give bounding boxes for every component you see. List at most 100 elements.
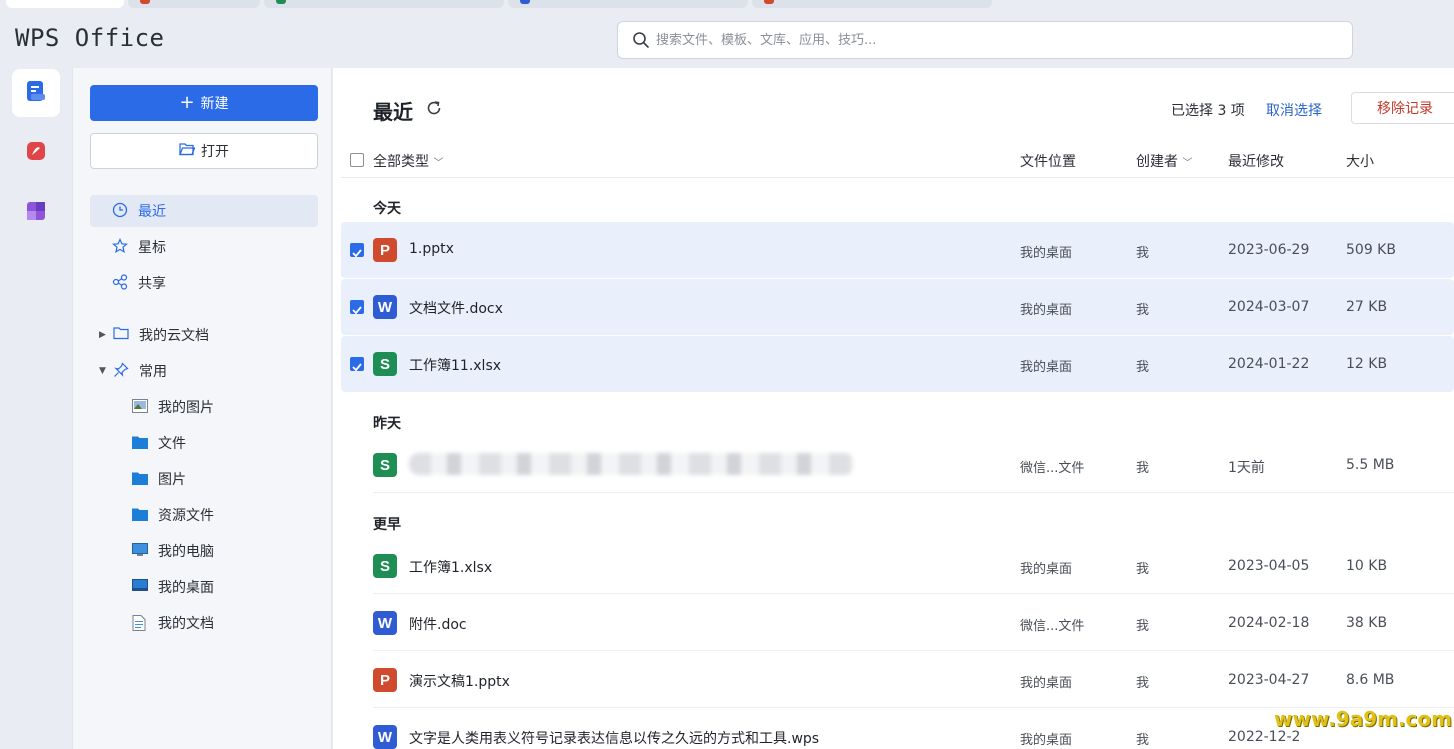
caret-down-icon[interactable]: ▼: [99, 366, 109, 376]
file-creator: 我: [1136, 619, 1150, 634]
common-my-pictures-label: 我的图片: [158, 400, 214, 416]
file-size: 27 KB: [1346, 299, 1388, 315]
file-row[interactable]: S 工作簿1.xlsx 我的桌面 我 2023-04-05 10 KB: [341, 538, 1454, 594]
open-button-label: 打开: [201, 144, 229, 160]
tab-home[interactable]: [6, 0, 124, 8]
page-title: 最近: [373, 100, 413, 124]
excel-file-icon: S: [373, 352, 397, 376]
tab-strip: [0, 0, 1454, 8]
file-name[interactable]: 工作簿1.xlsx: [409, 557, 492, 577]
common-images[interactable]: 图片: [90, 463, 318, 495]
nav-star[interactable]: 星标: [90, 231, 318, 263]
file-name[interactable]: 文档文件.docx: [409, 298, 503, 318]
open-button[interactable]: 打开: [90, 133, 318, 169]
select-all-checkbox[interactable]: [350, 153, 364, 167]
search-box[interactable]: [617, 21, 1353, 59]
file-location: 我的桌面: [1020, 360, 1073, 375]
row-checkbox[interactable]: [350, 243, 364, 258]
new-button[interactable]: + 新建: [90, 85, 318, 121]
row-divider: [373, 593, 1454, 594]
common-resources[interactable]: 资源文件: [90, 499, 318, 531]
word-file-icon: W: [373, 611, 397, 635]
file-name[interactable]: 附件.doc: [409, 614, 467, 634]
rail-pdf-button[interactable]: [12, 129, 60, 177]
tree-cloud-docs[interactable]: ▶ 我的云文档: [90, 319, 318, 351]
file-row[interactable]: W 文档文件.docx 我的桌面 我 2024-03-07 27 KB: [341, 279, 1454, 335]
remove-record-button[interactable]: 移除记录: [1351, 92, 1454, 124]
nav-share[interactable]: 共享: [90, 267, 318, 299]
common-my-computer[interactable]: 我的电脑: [90, 535, 318, 567]
file-size: 10 KB: [1346, 558, 1388, 574]
common-my-desktop[interactable]: 我的桌面: [90, 571, 318, 603]
clock-icon: [112, 202, 130, 220]
file-name[interactable]: 工作簿11.xlsx: [409, 355, 501, 375]
file-creator: 我: [1136, 733, 1150, 748]
row-divider: [373, 492, 1454, 493]
nav-recent[interactable]: 最近: [90, 195, 318, 227]
row-checkbox[interactable]: [350, 357, 364, 372]
cancel-selection-link[interactable]: 取消选择: [1266, 100, 1322, 120]
common-resources-label: 资源文件: [158, 508, 214, 524]
file-location: 我的桌面: [1020, 246, 1073, 261]
tab-excel[interactable]: [264, 0, 504, 8]
column-type-label: 全部类型: [373, 154, 429, 170]
column-size[interactable]: 大小: [1346, 151, 1374, 171]
column-location: 文件位置: [1020, 154, 1076, 170]
file-creator: 我: [1136, 461, 1150, 476]
common-my-pictures[interactable]: 我的图片: [90, 391, 318, 423]
common-my-documents[interactable]: 我的文档: [90, 607, 318, 639]
caret-right-icon[interactable]: ▶: [99, 330, 109, 340]
refresh-icon[interactable]: [425, 99, 443, 117]
search-input[interactable]: [656, 22, 1336, 58]
file-location: 我的桌面: [1020, 733, 1073, 748]
column-creator[interactable]: 创建者 ﹀: [1136, 151, 1192, 171]
file-row[interactable]: W 附件.doc 微信...文件 我 2024-02-18 38 KB: [341, 595, 1454, 651]
file-row[interactable]: P 1.pptx 我的桌面 我 2023-06-29 509 KB: [341, 222, 1454, 278]
file-name[interactable]: 文字是人类用表义符号记录表达信息以传之久远的方式和工具.wps: [409, 728, 819, 748]
file-modified: 2023-04-05: [1228, 558, 1310, 574]
file-row[interactable]: P 演示文稿1.pptx 我的桌面 我 2023-04-27 8.6 MB: [341, 652, 1454, 708]
file-row[interactable]: S 微信...文件 我 1天前 5.5 MB: [341, 437, 1454, 493]
file-location: 微信...文件: [1020, 619, 1085, 634]
rail-apps-button[interactable]: [12, 189, 60, 237]
sidebar: + 新建 打开 最近 星标 共享 ▶ 我的云文档 ▼ 常用 我的图片 文件 图片…: [72, 68, 332, 749]
common-images-label: 图片: [158, 472, 186, 488]
file-creator: 我: [1136, 246, 1150, 261]
tab-word[interactable]: [508, 0, 748, 8]
star-icon: [112, 238, 130, 256]
plus-icon: +: [179, 92, 195, 113]
file-name[interactable]: 演示文稿1.pptx: [409, 671, 510, 691]
tab-pdf[interactable]: [752, 0, 992, 8]
ppt-file-icon: P: [373, 238, 397, 262]
excel-file-icon: S: [373, 453, 397, 477]
rail-documents-button[interactable]: [12, 69, 60, 117]
pdf-icon: [25, 140, 47, 166]
main-content: 最近 已选择 3 项 取消选择 移除记录 全部类型 ﹀ 文件位置 创建者 ﹀ 最…: [333, 68, 1454, 749]
chevron-down-icon: ﹀: [433, 158, 444, 169]
file-location: 我的桌面: [1020, 562, 1073, 577]
file-creator: 我: [1136, 303, 1150, 318]
row-checkbox[interactable]: [350, 300, 364, 315]
file-modified: 2023-04-27: [1228, 672, 1310, 688]
file-row[interactable]: S 工作簿11.xlsx 我的桌面 我 2024-01-22 12 KB: [341, 336, 1454, 392]
search-icon: [632, 31, 650, 49]
file-size: 8.6 MB: [1346, 672, 1395, 688]
filter-type-dropdown[interactable]: 全部类型 ﹀: [373, 151, 443, 171]
folder-icon: [132, 507, 150, 523]
file-modified: 2024-01-22: [1228, 356, 1310, 372]
folder-icon: [132, 471, 150, 487]
file-location: 我的桌面: [1020, 303, 1073, 318]
site-watermark: www.9a9m.com: [1274, 707, 1452, 731]
common-files[interactable]: 文件: [90, 427, 318, 459]
redacted-file-name: [409, 453, 854, 475]
group-yesterday: 昨天: [373, 416, 401, 432]
file-modified: 2022-12-2: [1228, 729, 1301, 745]
file-name[interactable]: 1.pptx: [409, 241, 454, 257]
tree-common[interactable]: ▼ 常用: [90, 355, 318, 387]
file-creator: 我: [1136, 360, 1150, 375]
file-location: 微信...文件: [1020, 461, 1085, 476]
column-modified[interactable]: 最近修改: [1228, 151, 1284, 171]
app-rail: [0, 68, 72, 749]
tab-ppt[interactable]: [128, 0, 260, 8]
word-file-icon: W: [373, 725, 397, 749]
